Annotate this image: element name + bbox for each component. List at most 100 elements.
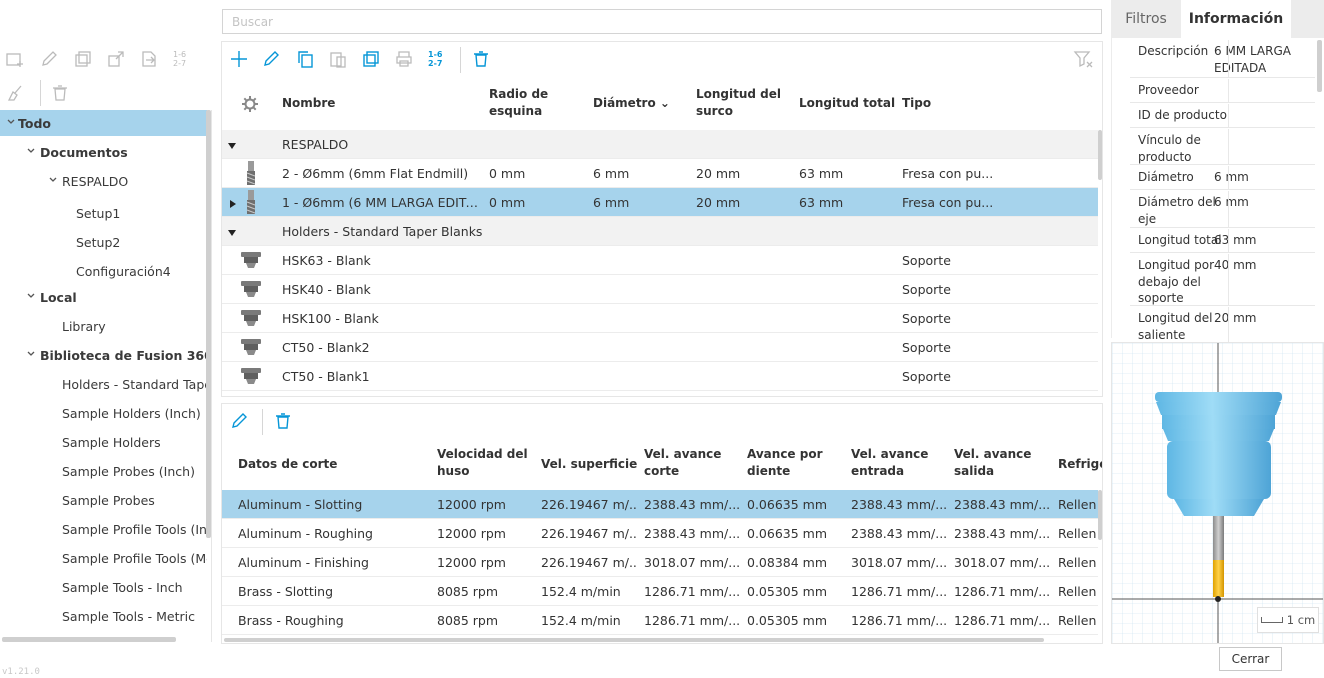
preset-entry-feed: 3018.07 mm/...	[851, 554, 947, 570]
clean-icon[interactable]	[4, 82, 26, 104]
tree-vertical-scrollbar[interactable]	[206, 110, 211, 538]
edit-tool-icon[interactable]	[260, 48, 282, 70]
print-icon[interactable]	[393, 48, 415, 70]
tree-item[interactable]: RESPALDO	[0, 168, 207, 194]
col-flute-length[interactable]: Longitud del surco	[696, 86, 786, 120]
tool-preview[interactable]: 1 cm	[1111, 342, 1324, 644]
cutting-row[interactable]: Aluminum - Finishing 12000 rpm 226.19467 m…	[222, 548, 1098, 577]
tool-row[interactable]: 1 - Ø6mm (6 MM LARGA EDITA... 0 mm 6 mm 20 …	[222, 188, 1098, 217]
tool-row[interactable]: HSK100 - Blank Soporte	[222, 304, 1098, 333]
info-scrollbar[interactable]	[1317, 40, 1322, 92]
col-entry-feed[interactable]: Vel. avance entrada	[851, 446, 943, 480]
tool-row[interactable]: CT50 - Blank1 Soporte	[222, 362, 1098, 391]
svg-text:1-6: 1-6	[173, 50, 186, 59]
tree-item[interactable]: Library	[0, 313, 207, 339]
tree-item[interactable]: Sample Probes	[0, 487, 207, 513]
tree-item[interactable]: Documentos	[0, 139, 207, 165]
edit-icon[interactable]	[38, 48, 60, 70]
clear-filter-icon[interactable]	[1072, 48, 1094, 70]
info-row: Longitud del saliente 20 mm	[1130, 307, 1315, 343]
renumber-tools-icon[interactable]: 1-6 2-7	[425, 48, 451, 70]
cutting-row[interactable]: Aluminum - Slotting 12000 rpm 226.19467 m/…	[222, 490, 1098, 519]
tree-item[interactable]: Todo	[0, 110, 207, 136]
tree-item[interactable]: Sample Tools - Metric	[0, 603, 207, 629]
col-type[interactable]: Tipo	[902, 95, 931, 112]
add-tool-icon[interactable]	[228, 48, 250, 70]
tool-diameter: 6 mm	[593, 194, 630, 210]
tree-item-label: Todo	[18, 115, 51, 131]
tree-item[interactable]: Configuración4	[0, 258, 207, 284]
preset-exit-feed: 2388.43 mm/...	[954, 496, 1050, 512]
copy-tool-icon[interactable]	[294, 48, 316, 70]
preset-coolant: Rellen	[1058, 583, 1097, 599]
chevron-down-icon[interactable]	[24, 146, 38, 159]
chevron-down-icon[interactable]	[24, 349, 38, 362]
tree-item[interactable]: Setup1	[0, 200, 207, 226]
tree-item[interactable]: Sample Profile Tools (Metr	[0, 545, 207, 571]
col-cutting-data[interactable]: Datos de corte	[238, 456, 337, 473]
preset-name: Brass - Roughing	[238, 612, 344, 628]
tree-item-label: Sample Probes (Inch)	[62, 463, 195, 479]
tab-info[interactable]: Información	[1181, 0, 1291, 38]
edit-preset-icon[interactable]	[228, 410, 250, 432]
gear-icon[interactable]	[239, 93, 261, 115]
collapse-arrow-icon[interactable]	[227, 226, 237, 241]
new-folder-icon[interactable]	[4, 48, 26, 70]
preset-exit-feed: 1286.71 mm/...	[954, 612, 1050, 628]
col-corner-radius[interactable]: Radio de esquina	[489, 86, 569, 120]
cutting-row[interactable]: Brass - Roughing 8085 rpm 152.4 m/min 1286.…	[222, 606, 1098, 635]
tool-row[interactable]: 2 - Ø6mm (6mm Flat Endmill) 0 mm 6 mm 20 mm…	[222, 159, 1098, 188]
tree-item[interactable]: Sample Tools - Inch	[0, 574, 207, 600]
preset-exit-feed: 2388.43 mm/...	[954, 525, 1050, 541]
delete-preset-icon[interactable]	[272, 410, 294, 432]
tool-group-row[interactable]: RESPALDO	[222, 130, 1098, 159]
tree-item[interactable]: Sample Holders	[0, 429, 207, 455]
preset-name: Aluminum - Slotting	[238, 496, 363, 512]
chevron-down-icon[interactable]	[4, 117, 18, 130]
delete-tool-icon[interactable]	[470, 48, 492, 70]
tree-item[interactable]: Biblioteca de Fusion 360	[0, 342, 207, 368]
cutting-horizontal-scrollbar[interactable]	[224, 638, 1044, 642]
chevron-down-icon[interactable]	[46, 175, 60, 188]
col-overall-length[interactable]: Longitud total	[799, 95, 895, 112]
export-icon[interactable]	[105, 48, 127, 70]
tree-item[interactable]: Sample Profile Tools (Inch	[0, 516, 207, 542]
expand-arrow-icon[interactable]	[228, 197, 238, 212]
delete-icon[interactable]	[49, 82, 71, 104]
duplicate-icon[interactable]	[72, 48, 94, 70]
tool-row[interactable]: CT50 - Blank2 Soporte	[222, 333, 1098, 362]
col-surface-speed[interactable]: Vel. superficie	[541, 456, 637, 473]
close-button[interactable]: Cerrar	[1219, 647, 1282, 671]
chevron-down-icon[interactable]	[24, 291, 38, 304]
tools-scrollbar[interactable]	[1098, 130, 1102, 180]
flute-shape	[1213, 560, 1224, 597]
collapse-arrow-icon[interactable]	[227, 139, 237, 154]
col-cutting-feed[interactable]: Vel. avance corte	[644, 446, 736, 480]
tree-item[interactable]: Sample Probes (Inch)	[0, 458, 207, 484]
cutting-row[interactable]: Aluminum - Roughing 12000 rpm 226.19467 m/…	[222, 519, 1098, 548]
col-spindle-speed[interactable]: Velocidad del huso	[437, 446, 529, 480]
tool-row[interactable]: HSK63 - Blank Soporte	[222, 246, 1098, 275]
tree-item[interactable]: Sample Holders (Inch)	[0, 400, 207, 426]
tree-item[interactable]: Setup2	[0, 229, 207, 255]
cutting-row[interactable]: Brass - Slotting 8085 rpm 152.4 m/min 1286.…	[222, 577, 1098, 606]
tool-name: 2 - Ø6mm (6mm Flat Endmill)	[282, 165, 469, 181]
tool-row[interactable]: HSK40 - Blank Soporte	[222, 275, 1098, 304]
tree-item[interactable]: Holders - Standard Taper B	[0, 371, 207, 397]
tree-item[interactable]: Local	[0, 284, 207, 310]
import-icon[interactable]	[138, 48, 160, 70]
preset-cutting-feed: 1286.71 mm/...	[644, 583, 740, 599]
col-feed-per-tooth[interactable]: Avance por diente	[747, 446, 839, 480]
tree-horizontal-scrollbar[interactable]	[2, 637, 176, 642]
col-diameter[interactable]: Diámetro ⌄	[593, 95, 670, 112]
col-name[interactable]: Nombre	[282, 95, 335, 112]
search-input[interactable]	[222, 9, 1102, 34]
paste-tool-icon[interactable]	[327, 48, 349, 70]
cutting-scrollbar[interactable]	[1098, 490, 1102, 540]
renumber-icon[interactable]: 1-6 2-7	[170, 48, 196, 70]
col-exit-feed[interactable]: Vel. avance salida	[954, 446, 1046, 480]
duplicate-tool-icon[interactable]	[360, 48, 382, 70]
col-coolant[interactable]: Refrige	[1058, 456, 1102, 473]
tool-group-row[interactable]: Holders - Standard Taper Blanks	[222, 217, 1098, 246]
tab-filters[interactable]: Filtros	[1111, 0, 1181, 38]
